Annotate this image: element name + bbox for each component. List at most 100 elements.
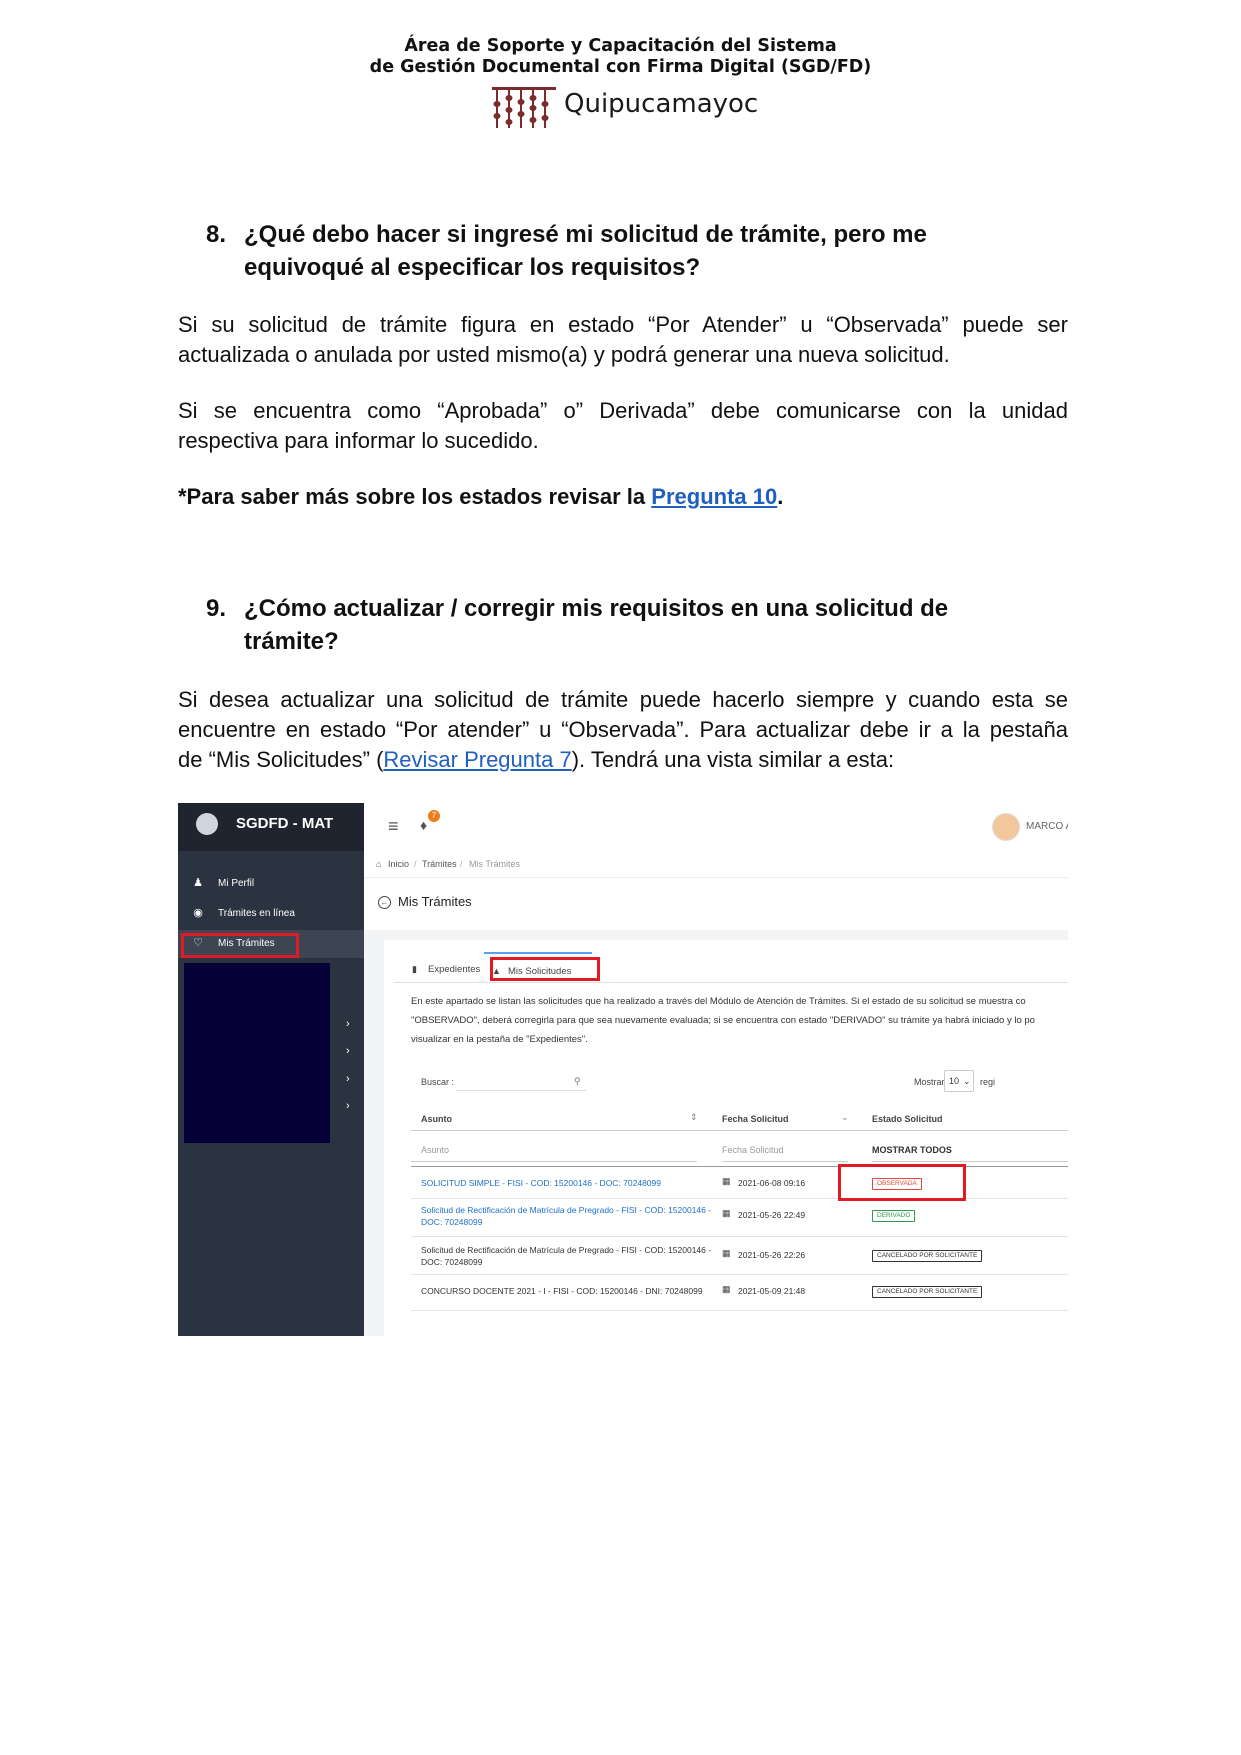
line-suffix: ). Tendrá una vista similar a esta:: [571, 747, 895, 772]
row-asunto: Solicitud de Rectificación de Matrícula …: [421, 1245, 712, 1255]
row-fecha: 2021-05-26 22:26: [738, 1250, 806, 1260]
row-divider: [411, 1236, 1068, 1237]
header-divider: [411, 1130, 1068, 1131]
app-title: SGDFD - MAT: [236, 815, 334, 832]
sidebar-item-label: Mi Perfil: [218, 878, 255, 889]
paragraph-line: Si se encuentra como “Aprobada” o” Deriv…: [178, 398, 1068, 423]
q8-paragraph-1: Si su solicitud de trámite figura en est…: [178, 310, 1068, 370]
status-badge: DERIVADO: [872, 1210, 916, 1222]
logo-text: Quipucamayoc: [564, 89, 759, 119]
filter-asunto[interactable]: Asunto: [421, 1145, 449, 1155]
breadcrumb: ⌂ Inicio / Trámites / Mis Trámites: [364, 851, 1068, 878]
intro-text: visualizar en la pestaña de "Expedientes…: [411, 1034, 588, 1045]
question-number: 8.: [206, 221, 227, 248]
row-fecha: 2021-05-26 22:49: [738, 1210, 806, 1220]
header-line-1: Área de Soporte y Capacitación del Siste…: [404, 36, 837, 56]
show-label: Mostrar: [914, 1077, 945, 1087]
quipucamayoc-logo: Quipucamayoc: [490, 84, 758, 130]
q8-paragraph-2: Si se encuentra como “Aprobada” o” Deriv…: [178, 396, 1068, 456]
highlight-box: [838, 1164, 966, 1201]
sort-icon[interactable]: ⇕: [690, 1112, 698, 1123]
highlight-box: [181, 933, 299, 958]
calendar-icon: ▦: [722, 1284, 731, 1294]
arrow-circle-icon: ←: [378, 896, 391, 909]
sidebar-header: SGDFD - MAT: [178, 803, 364, 851]
column-header[interactable]: Estado Solicitud: [872, 1114, 943, 1124]
solicitudes-card: ▮ Expedientes ▲ Mis Solicitudes En este …: [384, 940, 1068, 1336]
search-input[interactable]: [456, 1090, 586, 1091]
breadcrumb-separator: /: [414, 859, 417, 869]
row-asunto: CONCURSO DOCENTE 2021 - I - FISI - COD: …: [421, 1286, 703, 1296]
search-icon[interactable]: ⚲: [574, 1076, 581, 1087]
question-title: ¿Qué debo hacer si ingresé mi solicitud …: [244, 221, 927, 281]
pregunta-10-link[interactable]: Pregunta 10: [651, 484, 777, 509]
records-label: regi: [980, 1077, 996, 1087]
row-asunto[interactable]: SOLICITUD SIMPLE - FISI - COD: 15200146 …: [421, 1177, 661, 1189]
status-badge: CANCELADO POR SOLICITANTE: [872, 1250, 983, 1262]
row-divider: [411, 1310, 1068, 1311]
breadcrumb-item[interactable]: Trámites: [422, 859, 457, 869]
tab-label: Expedientes: [428, 964, 481, 975]
table-top-border: [411, 1166, 1068, 1167]
line-prefix: de “Mis Solicitudes” (: [178, 747, 384, 772]
page-header: ← Mis Trámites: [364, 878, 1068, 930]
bell-icon[interactable]: ♦: [420, 817, 427, 833]
chevron-right-icon[interactable]: ›: [346, 1018, 350, 1030]
column-header[interactable]: Fecha Solicitud: [722, 1114, 789, 1124]
content-area: ▮ Expedientes ▲ Mis Solicitudes En este …: [364, 930, 1068, 1336]
page-size-select[interactable]: 10 ⌄: [944, 1070, 974, 1092]
sidebar: SGDFD - MAT ♟ Mi Perfil ◉ Trámites en lí…: [178, 803, 364, 1336]
chevron-down-icon: ⌄: [963, 1076, 971, 1086]
search-label: Buscar :: [421, 1077, 455, 1087]
row-asunto[interactable]: Solicitud de Rectificación de Matrícula …: [421, 1204, 711, 1216]
chevron-right-icon[interactable]: ›: [346, 1100, 350, 1112]
calendar-icon: ▦: [722, 1208, 731, 1218]
paragraph-line: encuentre en estado “Por atender” u “Obs…: [178, 717, 1068, 742]
globe-logo-icon: [196, 813, 218, 835]
top-bar: ≡ ♦ 7 MARCO AN: [364, 803, 1068, 852]
note-prefix: *Para saber más sobre los estados revisa…: [178, 484, 652, 509]
avatar[interactable]: [992, 813, 1020, 841]
breadcrumb-item[interactable]: Inicio: [388, 859, 409, 869]
home-icon: ⌂: [376, 859, 382, 869]
row-fecha: 2021-06-08 09:16: [738, 1178, 806, 1188]
filter-underline: [722, 1161, 848, 1162]
file-icon: ▮: [412, 964, 417, 974]
q8-note: *Para saber más sobre los estados revisa…: [178, 482, 1068, 512]
paragraph-line: Si desea actualizar una solicitud de trá…: [178, 687, 1068, 712]
question-number: 9.: [206, 595, 227, 622]
tab-divider: [394, 982, 1068, 983]
page-title: Mis Trámites: [398, 894, 472, 909]
sort-desc-icon[interactable]: ⌄: [841, 1112, 849, 1123]
question-title: ¿Cómo actualizar / corregir mis requisit…: [244, 595, 949, 655]
intro-text: En este apartado se listan las solicitud…: [411, 996, 1026, 1007]
page-size-value: 10: [949, 1076, 960, 1086]
app-screenshot: SGDFD - MAT ♟ Mi Perfil ◉ Trámites en lí…: [178, 803, 1068, 1336]
sidebar-item-label: Trámites en línea: [218, 908, 295, 919]
status-badge: CANCELADO POR SOLICITANTE: [872, 1286, 983, 1298]
user-icon: ♟: [193, 877, 203, 889]
notification-badge: 7: [428, 810, 440, 822]
user-name[interactable]: MARCO AN: [1026, 821, 1068, 832]
row-divider: [411, 1274, 1068, 1275]
breadcrumb-item: Mis Trámites: [469, 859, 521, 869]
row-asunto[interactable]: DOC: 70248099: [421, 1216, 482, 1228]
sidebar-item-mi-perfil[interactable]: ♟ Mi Perfil: [178, 870, 364, 898]
sidebar-item-tramites-en-linea[interactable]: ◉ Trámites en línea: [178, 900, 364, 928]
chevron-right-icon[interactable]: ›: [346, 1045, 350, 1057]
paragraph-line-3: de “Mis Solicitudes” (Revisar Pregunta 7…: [178, 747, 894, 772]
breadcrumb-separator: /: [460, 859, 463, 869]
hamburger-icon[interactable]: ≡: [388, 816, 399, 837]
chevron-right-icon[interactable]: ›: [346, 1073, 350, 1085]
filter-estado[interactable]: MOSTRAR TODOS: [872, 1145, 952, 1155]
calendar-icon: ▦: [722, 1248, 731, 1258]
redacted-block: [184, 963, 330, 1143]
filter-fecha[interactable]: Fecha Solicitud: [722, 1145, 784, 1155]
quipu-icon: [492, 87, 556, 128]
filter-underline: [411, 1161, 697, 1162]
q9-paragraph-1: Si desea actualizar una solicitud de trá…: [178, 685, 1068, 775]
pregunta-7-link[interactable]: Revisar Pregunta 7: [383, 747, 571, 772]
note-suffix: .: [777, 484, 784, 509]
row-divider: [411, 1198, 1068, 1199]
column-header[interactable]: Asunto: [421, 1114, 452, 1124]
